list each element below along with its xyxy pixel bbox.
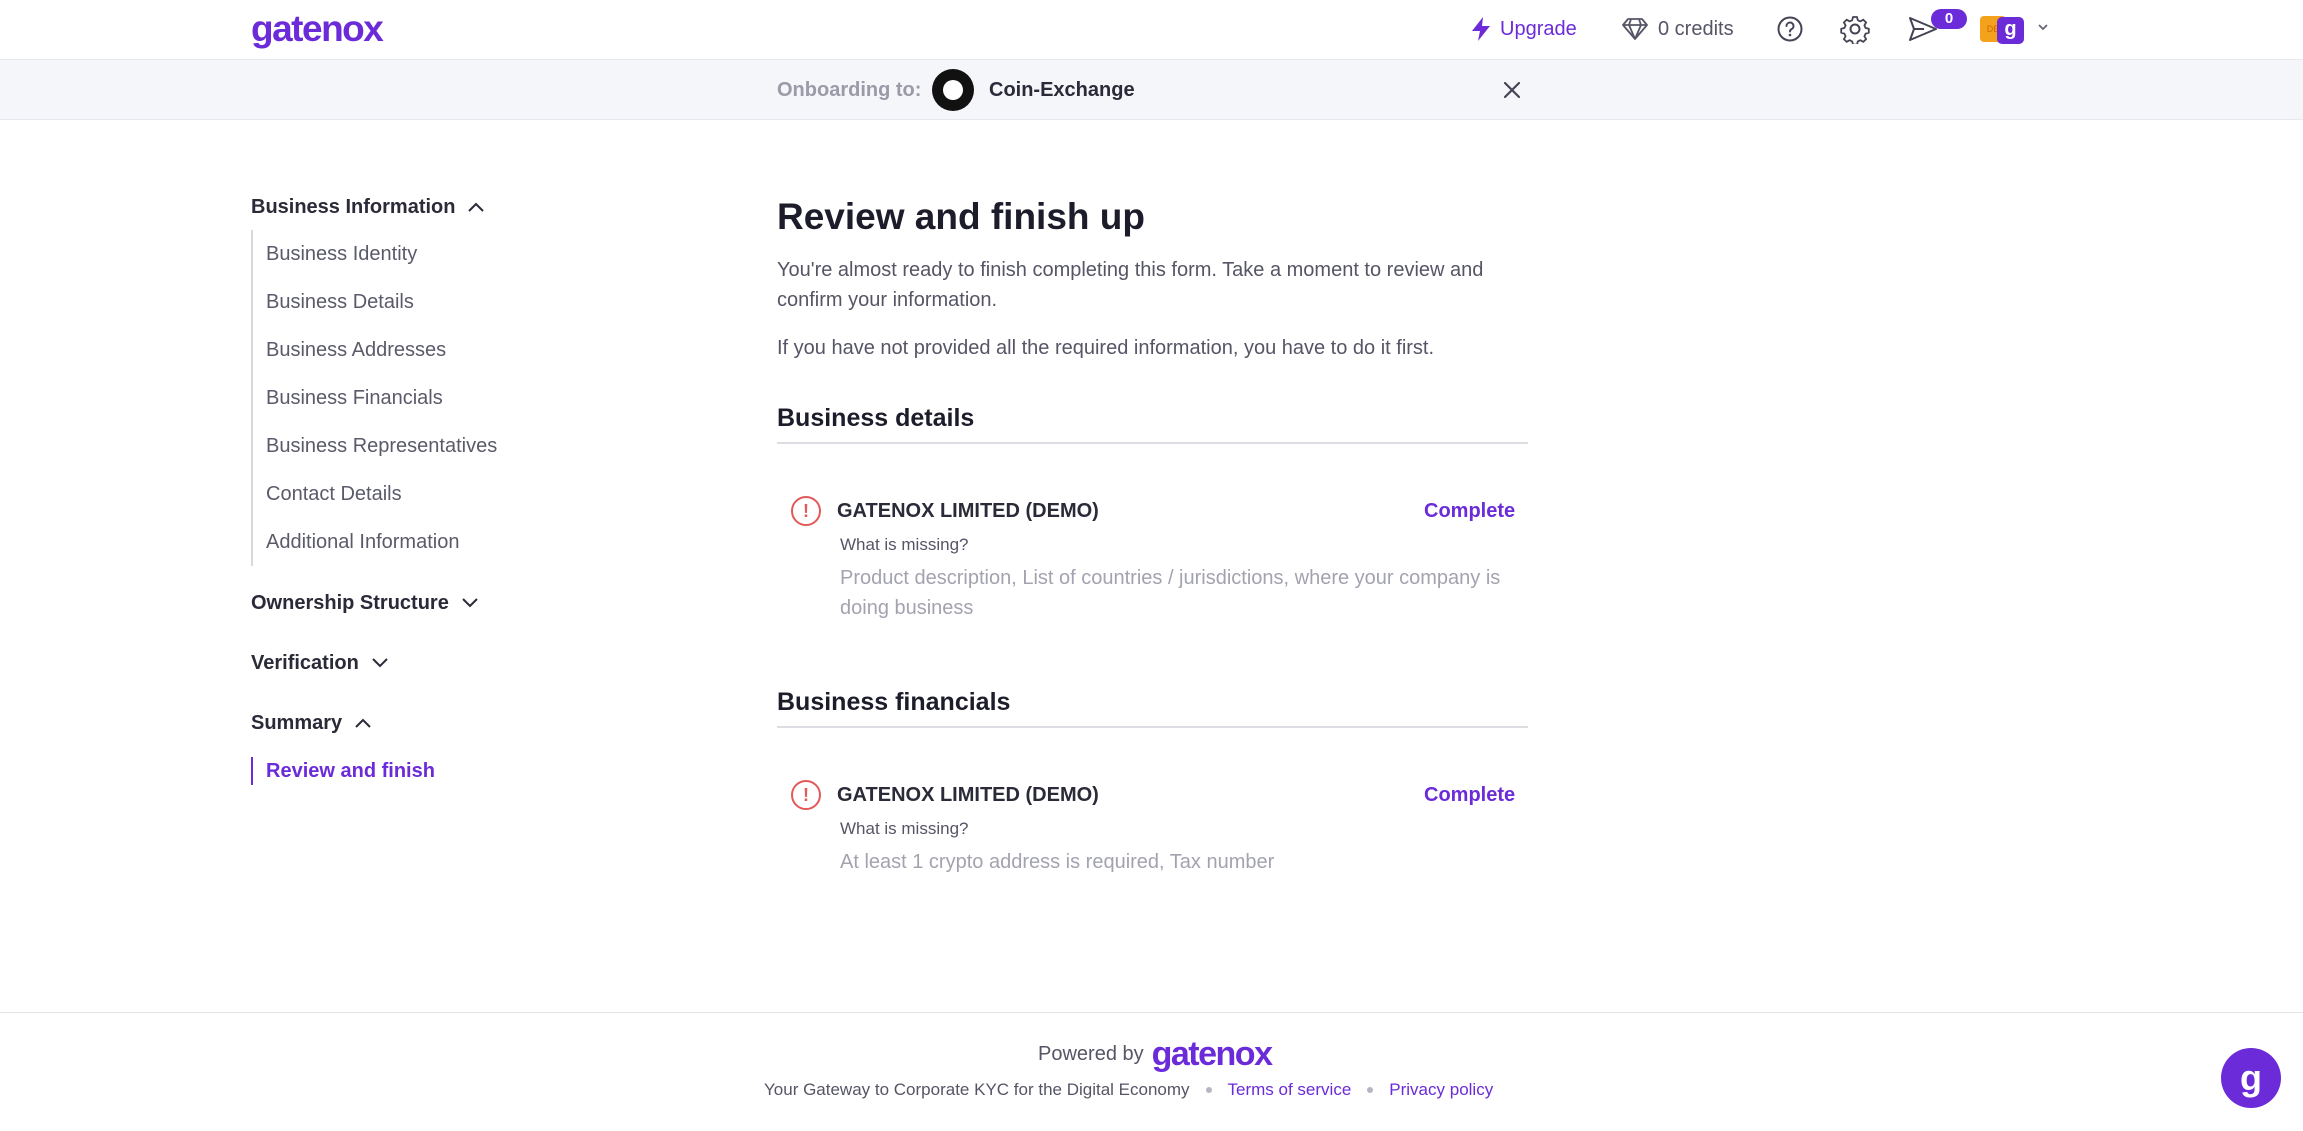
upgrade-button[interactable]: Upgrade — [1470, 13, 1577, 45]
footer: Powered by gatenox Your Gateway to Corpo… — [0, 1012, 2303, 1131]
page-title: Review and finish up — [777, 196, 1145, 237]
sidebar-section-label: Ownership Structure — [251, 591, 449, 614]
powered-by: Powered by gatenox — [1038, 1037, 1273, 1071]
diamond-icon — [1622, 18, 1648, 40]
sidebar-section-ownership-structure[interactable]: Ownership Structure — [251, 590, 479, 616]
section-title-business-financials: Business financials — [777, 688, 1011, 716]
help-button[interactable] — [1776, 13, 1804, 45]
entity-name: GATENOX LIMITED (DEMO) — [837, 500, 1099, 522]
help-icon — [1777, 16, 1803, 42]
settings-button[interactable] — [1840, 13, 1870, 45]
close-icon[interactable] — [1500, 78, 1524, 102]
complete-business-details-link[interactable]: Complete — [1424, 499, 1515, 523]
sidebar-business-information-list: Business Identity Business Details Busin… — [251, 230, 497, 566]
warning-icon: ! — [791, 496, 821, 526]
separator-dot — [1367, 1087, 1374, 1093]
chevron-down-icon[interactable] — [2037, 22, 2049, 32]
footer-links: Your Gateway to Corporate KYC for the Di… — [764, 1080, 1493, 1100]
credits-label: 0 credits — [1658, 17, 1734, 40]
onboarding-label: Onboarding to: — [777, 79, 922, 101]
gear-icon — [1840, 16, 1870, 44]
sidebar-section-label: Verification — [251, 651, 359, 674]
notification-count-badge: 0 — [1931, 9, 1967, 29]
section-divider — [777, 442, 1528, 444]
organization-logo — [932, 69, 974, 111]
account-avatar-button[interactable]: DE g — [1980, 16, 2040, 44]
sidebar-item-business-representatives[interactable]: Business Representatives — [253, 422, 497, 470]
missing-fields-text: At least 1 crypto address is required, T… — [840, 851, 1275, 873]
gatenox-logo[interactable]: gatenox — [251, 8, 384, 50]
entity-name: GATENOX LIMITED (DEMO) — [837, 784, 1099, 806]
section-divider — [777, 726, 1528, 728]
upgrade-label: Upgrade — [1500, 17, 1577, 40]
top-bar: gatenox Upgrade 0 credits 0 DE g — [0, 0, 2303, 59]
missing-label: What is missing? — [840, 819, 969, 838]
chevron-up-icon — [468, 202, 485, 212]
footer-gatenox-logo[interactable]: gatenox — [1152, 1037, 1273, 1071]
privacy-policy-link[interactable]: Privacy policy — [1389, 1080, 1493, 1100]
requirement-note: If you have not provided all the require… — [777, 337, 1435, 359]
intro-text: You're almost ready to finish completing… — [777, 259, 1484, 311]
missing-fields-text: Product description, List of countries /… — [840, 567, 1501, 619]
sidebar-section-verification[interactable]: Verification — [251, 650, 389, 676]
sidebar-item-review-and-finish[interactable]: Review and finish — [251, 757, 435, 785]
sidebar-item-business-addresses[interactable]: Business Addresses — [253, 326, 497, 374]
user-avatar: g — [1997, 17, 2024, 44]
credits-button[interactable]: 0 credits — [1622, 13, 1734, 45]
sidebar-section-label: Summary — [251, 711, 343, 734]
chevron-up-icon — [355, 718, 371, 728]
sidebar-section-summary[interactable]: Summary — [251, 710, 372, 736]
sidebar-item-business-financials[interactable]: Business Financials — [253, 374, 497, 422]
chevron-down-icon — [462, 598, 478, 608]
sidebar-section-label: Business Information — [251, 195, 456, 218]
terms-of-service-link[interactable]: Terms of service — [1228, 1080, 1352, 1100]
footer-tagline: Your Gateway to Corporate KYC for the Di… — [764, 1080, 1190, 1099]
chat-icon: g — [2240, 1057, 2262, 1098]
warning-icon: ! — [791, 780, 821, 810]
sidebar-item-business-identity[interactable]: Business Identity — [253, 230, 497, 278]
chevron-down-icon — [372, 658, 388, 668]
powered-by-label: Powered by — [1038, 1042, 1144, 1065]
sidebar-item-contact-details[interactable]: Contact Details — [253, 470, 497, 518]
sidebar-item-business-details[interactable]: Business Details — [253, 278, 497, 326]
separator-dot — [1205, 1087, 1212, 1093]
sidebar-section-business-information[interactable]: Business Information — [251, 194, 485, 220]
sidebar-item-additional-information[interactable]: Additional Information — [253, 518, 497, 566]
lightning-icon — [1472, 17, 1490, 41]
organization-name: Coin-Exchange — [989, 79, 1135, 101]
onboarding-bar: Onboarding to: Coin-Exchange — [0, 59, 2303, 120]
complete-business-financials-link[interactable]: Complete — [1424, 783, 1515, 807]
missing-label: What is missing? — [840, 535, 969, 554]
section-title-business-details: Business details — [777, 404, 975, 432]
chat-widget-button[interactable]: g — [2221, 1048, 2281, 1108]
